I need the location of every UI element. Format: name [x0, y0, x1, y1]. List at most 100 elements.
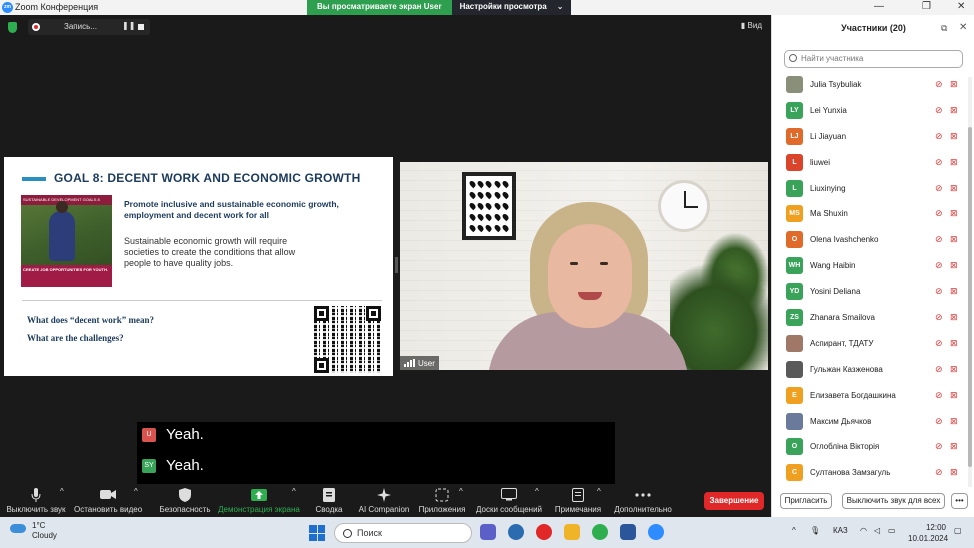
- video-off-icon[interactable]: ⊠: [950, 416, 958, 427]
- whiteboards-button[interactable]: Доски сообщений: [475, 487, 543, 514]
- video-off-icon[interactable]: ⊠: [950, 312, 958, 323]
- start-button[interactable]: [309, 525, 325, 541]
- video-off-icon[interactable]: ⊠: [950, 286, 958, 297]
- more-options-button[interactable]: •••: [951, 493, 968, 509]
- video-off-icon[interactable]: ⊠: [950, 105, 958, 116]
- security-button[interactable]: Безопасность: [158, 487, 212, 514]
- battery-icon[interactable]: ▭: [888, 526, 896, 535]
- zoom-taskbar-icon[interactable]: [648, 524, 664, 540]
- video-off-icon[interactable]: ⊠: [950, 338, 958, 349]
- muted-mic-icon[interactable]: ⊘: [935, 131, 943, 142]
- share-screen-button[interactable]: Демонстрация экрана: [218, 487, 300, 514]
- ai-companion-button[interactable]: AI Companion: [358, 487, 410, 514]
- muted-mic-icon[interactable]: ⊘: [935, 312, 943, 323]
- participant-row[interactable]: WH Wang Haibin ⊘ ⊠: [772, 254, 968, 280]
- view-button[interactable]: ▮ Вид: [741, 21, 762, 30]
- chrome-icon[interactable]: [592, 524, 608, 540]
- participant-row[interactable]: L Liuxinying ⊘ ⊠: [772, 177, 968, 203]
- volume-icon[interactable]: ◁: [874, 526, 880, 535]
- invite-button[interactable]: Пригласить: [780, 493, 832, 509]
- notes-options-caret[interactable]: ^: [597, 487, 601, 496]
- participant-row[interactable]: YD Yosini Deliana ⊘ ⊠: [772, 280, 968, 306]
- muted-mic-icon[interactable]: ⊘: [935, 208, 943, 219]
- muted-mic-icon[interactable]: ⊘: [935, 441, 943, 452]
- video-off-icon[interactable]: ⊠: [950, 208, 958, 219]
- participant-row[interactable]: Гульжан Казженова ⊘ ⊠: [772, 358, 968, 384]
- teams-icon[interactable]: [480, 524, 496, 540]
- slide-subtitle: Promote inclusive and sustainable econom…: [124, 199, 339, 220]
- participant-list-scrollbar[interactable]: [968, 77, 972, 487]
- split-resize-handle[interactable]: [395, 257, 398, 273]
- participant-row[interactable]: Julia Tsybuliak ⊘ ⊠: [772, 73, 968, 99]
- stop-recording-icon[interactable]: [138, 24, 144, 30]
- file-explorer-icon[interactable]: [564, 524, 580, 540]
- video-off-icon[interactable]: ⊠: [950, 234, 958, 245]
- popout-icon[interactable]: ⧉: [941, 23, 947, 34]
- wifi-icon[interactable]: ◠: [860, 526, 867, 535]
- summary-button[interactable]: Сводка: [312, 487, 346, 514]
- video-tile-user[interactable]: User: [400, 162, 768, 370]
- video-off-icon[interactable]: ⊠: [950, 183, 958, 194]
- mute-all-button[interactable]: Выключить звук для всех: [842, 493, 945, 509]
- muted-mic-icon[interactable]: ⊘: [935, 286, 943, 297]
- muted-mic-icon[interactable]: ⊘: [935, 390, 943, 401]
- end-meeting-button[interactable]: Завершение: [704, 492, 764, 510]
- opera-icon[interactable]: [536, 524, 552, 540]
- taskbar-search[interactable]: Поиск: [334, 523, 472, 543]
- muted-mic-icon[interactable]: ⊘: [935, 338, 943, 349]
- share-options-caret[interactable]: ^: [292, 487, 296, 496]
- muted-mic-icon[interactable]: ⊘: [935, 416, 943, 427]
- meeting-area: Запись... ❚❚ ▮ Вид GOAL 8: DECENT WORK A…: [0, 15, 770, 487]
- notes-button[interactable]: Примечания: [554, 487, 602, 514]
- video-off-icon[interactable]: ⊠: [950, 131, 958, 142]
- participant-row[interactable]: MS Ma Shuxin ⊘ ⊠: [772, 202, 968, 228]
- video-off-icon[interactable]: ⊠: [950, 157, 958, 168]
- participant-row[interactable]: О Оглоблiна Вiкторiя ⊘ ⊠: [772, 435, 968, 461]
- participant-search-input[interactable]: Найти участника: [784, 50, 963, 68]
- muted-mic-icon[interactable]: ⊘: [935, 157, 943, 168]
- muted-mic-icon[interactable]: ⊘: [935, 183, 943, 194]
- whiteboards-options-caret[interactable]: ^: [535, 487, 539, 496]
- apps-options-caret[interactable]: ^: [459, 487, 463, 496]
- restore-icon[interactable]: ❐: [922, 1, 931, 12]
- participant-row[interactable]: LY Lei Yunxia ⊘ ⊠: [772, 99, 968, 125]
- video-off-icon[interactable]: ⊠: [950, 260, 958, 271]
- muted-mic-icon[interactable]: ⊘: [935, 364, 943, 375]
- participant-row[interactable]: ZS Zhanara Smailova ⊘ ⊠: [772, 306, 968, 332]
- mic-tray-icon[interactable]: 🎙: [810, 526, 820, 535]
- taskbar-clock[interactable]: 12:00 10.01.2024: [908, 522, 948, 544]
- minimize-icon[interactable]: —: [874, 1, 884, 12]
- notifications-icon[interactable]: ▢: [954, 526, 962, 535]
- participant-row[interactable]: Lliuwei ⊘ ⊠: [772, 151, 968, 177]
- participant-row[interactable]: Максим Дьячков ⊘ ⊠: [772, 410, 968, 436]
- mute-options-caret[interactable]: ^: [60, 487, 64, 496]
- video-off-icon[interactable]: ⊠: [950, 467, 958, 478]
- stop-video-button[interactable]: Остановить видео: [74, 487, 142, 514]
- participant-row[interactable]: Е Елизавета Богдашкина ⊘ ⊠: [772, 384, 968, 410]
- encryption-shield-icon[interactable]: [8, 22, 17, 33]
- mute-button[interactable]: Выключить звук: [6, 487, 66, 514]
- participant-row[interactable]: LJ Li Jiayuan ⊘ ⊠: [772, 125, 968, 151]
- close-window-icon[interactable]: ✕: [957, 1, 965, 12]
- more-button[interactable]: Дополнительно: [614, 487, 672, 514]
- muted-mic-icon[interactable]: ⊘: [935, 467, 943, 478]
- video-off-icon[interactable]: ⊠: [950, 390, 958, 401]
- video-off-icon[interactable]: ⊠: [950, 364, 958, 375]
- word-icon[interactable]: [620, 524, 636, 540]
- video-off-icon[interactable]: ⊠: [950, 79, 958, 90]
- muted-mic-icon[interactable]: ⊘: [935, 234, 943, 245]
- close-panel-icon[interactable]: ✕: [959, 22, 967, 33]
- pause-recording-icon[interactable]: ❚❚: [122, 21, 135, 30]
- participant-row[interactable]: С Султанова Замзагуль ⊘ ⊠: [772, 461, 968, 487]
- participant-row[interactable]: O Olena Ivashchenko ⊘ ⊠: [772, 228, 968, 254]
- muted-mic-icon[interactable]: ⊘: [935, 260, 943, 271]
- video-off-icon[interactable]: ⊠: [950, 441, 958, 452]
- tray-overflow-icon[interactable]: ^: [792, 526, 796, 535]
- edge-icon[interactable]: [508, 524, 524, 540]
- muted-mic-icon[interactable]: ⊘: [935, 79, 943, 90]
- view-options-button[interactable]: Настройки просмотра ⌄: [451, 0, 572, 15]
- participant-row[interactable]: Аспирант, ТДАТУ ⊘ ⊠: [772, 332, 968, 358]
- video-options-caret[interactable]: ^: [134, 487, 138, 496]
- muted-mic-icon[interactable]: ⊘: [935, 105, 943, 116]
- input-language[interactable]: КАЗ: [833, 526, 848, 535]
